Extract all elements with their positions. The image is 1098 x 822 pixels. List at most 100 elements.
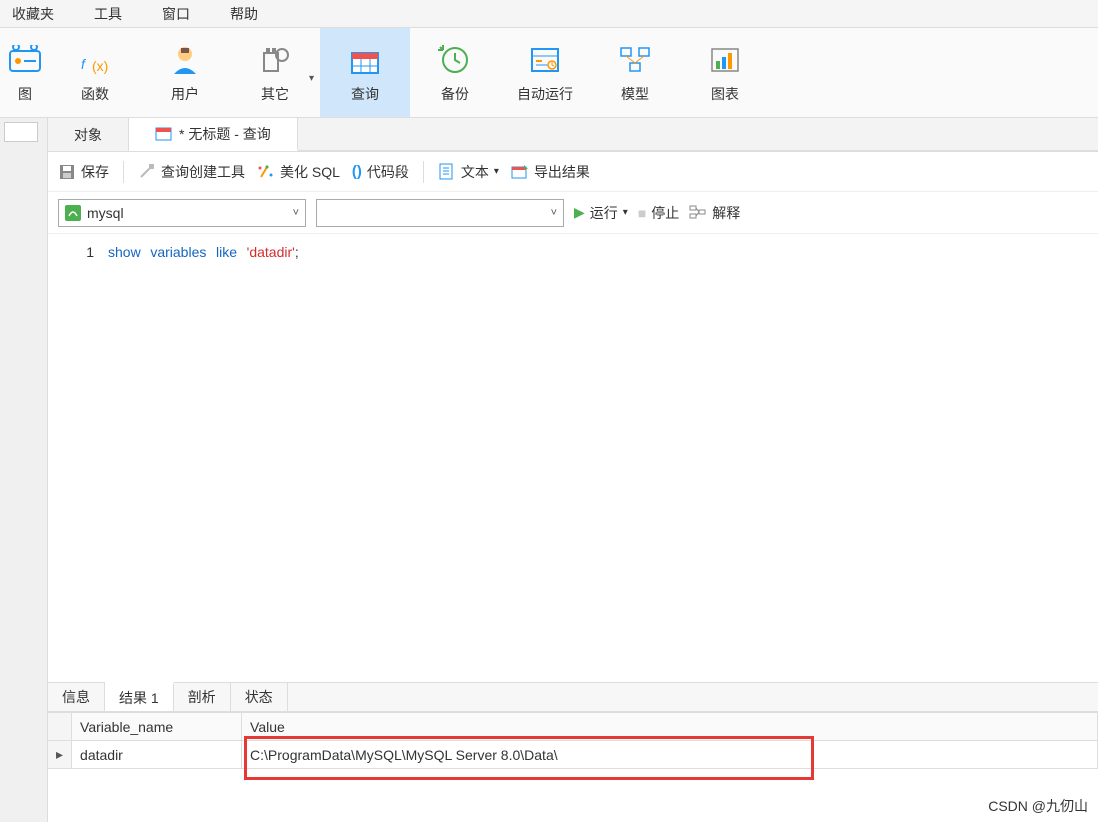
ribbon-user[interactable]: 用户 xyxy=(140,28,230,117)
row-marker: ▸ xyxy=(48,741,72,769)
save-button[interactable]: 保存 xyxy=(58,162,109,182)
tab-objects-label: 对象 xyxy=(74,125,102,145)
menu-help[interactable]: 帮助 xyxy=(224,0,264,28)
connection-dropdown[interactable]: mysql ˅ xyxy=(58,199,306,227)
stop-icon: ■ xyxy=(638,205,646,221)
snippet-button[interactable]: () 代码段 xyxy=(352,162,409,182)
run-label: 运行 xyxy=(590,203,618,223)
column-value[interactable]: Value xyxy=(242,713,1098,741)
database-dropdown[interactable]: ˅ xyxy=(316,199,564,227)
cell-value[interactable]: C:\ProgramData\MySQL\MySQL Server 8.0\Da… xyxy=(242,741,1098,769)
beautify-button[interactable]: 美化 SQL xyxy=(257,162,340,182)
column-variable-name[interactable]: Variable_name xyxy=(72,713,242,741)
tab-objects[interactable]: 对象 xyxy=(48,118,129,151)
query-icon xyxy=(347,42,383,78)
play-icon: ▶ xyxy=(574,204,585,221)
ribbon-view-label: 图 xyxy=(18,84,32,104)
chevron-down-icon: ˅ xyxy=(551,207,557,219)
ribbon-view[interactable]: 图 xyxy=(0,28,50,117)
result-grid-container: Variable_name Value ▸ datadir C:\Program… xyxy=(48,712,1098,822)
ribbon-backup[interactable]: 备份 xyxy=(410,28,500,117)
ribbon-backup-label: 备份 xyxy=(441,84,469,104)
ribbon-function[interactable]: f (x) 函数 xyxy=(50,28,140,117)
svg-text:(x): (x) xyxy=(92,58,108,74)
ribbon-other[interactable]: 其它 ▾ xyxy=(230,28,320,117)
export-icon xyxy=(511,163,529,181)
explain-label: 解释 xyxy=(712,203,740,223)
chart-icon xyxy=(707,42,743,78)
mysql-icon xyxy=(65,205,81,221)
editor-toolbar: 保存 查询创建工具 美化 SQL () 代码段 文本 ▾ xyxy=(48,152,1098,192)
svg-text:f: f xyxy=(81,56,87,72)
tab-query[interactable]: * 无标题 - 查询 xyxy=(129,118,298,151)
save-icon xyxy=(58,163,76,181)
text-button[interactable]: 文本 ▾ xyxy=(438,162,499,182)
text-label: 文本 xyxy=(461,162,489,182)
tab-query-label: * 无标题 - 查询 xyxy=(179,124,271,144)
beautify-label: 美化 SQL xyxy=(280,162,340,182)
view-icon xyxy=(7,42,43,78)
result-tab-result1[interactable]: 结果 1 xyxy=(105,682,174,711)
beautify-icon xyxy=(257,163,275,181)
ribbon-function-label: 函数 xyxy=(81,84,109,104)
stop-button: ■ 停止 xyxy=(638,203,679,223)
export-label: 导出结果 xyxy=(534,162,590,182)
snippet-icon: () xyxy=(352,163,362,180)
snippet-label: 代码段 xyxy=(367,162,409,182)
document-tabs: 对象 * 无标题 - 查询 xyxy=(48,118,1098,152)
result-grid[interactable]: Variable_name Value ▸ datadir C:\Program… xyxy=(48,712,1098,769)
watermark: CSDN @九仞山 xyxy=(988,796,1088,816)
connection-value: mysql xyxy=(87,205,124,221)
ribbon-chart[interactable]: 图表 xyxy=(680,28,770,117)
line-gutter: 1 xyxy=(48,234,108,682)
result-tab-info[interactable]: 信息 xyxy=(48,683,105,711)
model-icon xyxy=(617,42,653,78)
builder-icon xyxy=(138,163,156,181)
query-builder-button[interactable]: 查询创建工具 xyxy=(138,162,245,182)
menu-tools[interactable]: 工具 xyxy=(88,0,128,28)
menu-bar: 收藏夹 工具 窗口 帮助 xyxy=(0,0,1098,28)
result-tabs: 信息 结果 1 剖析 状态 xyxy=(48,682,1098,712)
ribbon-query[interactable]: 查询 xyxy=(320,28,410,117)
builder-label: 查询创建工具 xyxy=(161,162,245,182)
chevron-down-icon: ▾ xyxy=(309,73,314,84)
table-header-row: Variable_name Value xyxy=(48,713,1098,741)
ribbon-user-label: 用户 xyxy=(171,84,199,104)
chevron-down-icon: ˅ xyxy=(293,207,299,219)
chevron-down-icon: ▾ xyxy=(623,207,628,218)
explain-button[interactable]: 解释 xyxy=(689,203,740,223)
ribbon-other-label: 其它 xyxy=(261,84,289,104)
ribbon-toolbar: 图 f (x) 函数 用户 其它 ▾ 查询 备份 自动运行 xyxy=(0,28,1098,118)
cell-variable-name[interactable]: datadir xyxy=(72,741,242,769)
ribbon-chart-label: 图表 xyxy=(711,84,739,104)
ribbon-model[interactable]: 模型 xyxy=(590,28,680,117)
chevron-down-icon: ▾ xyxy=(494,166,499,177)
result-tab-profile[interactable]: 剖析 xyxy=(174,683,231,711)
table-row[interactable]: ▸ datadir C:\ProgramData\MySQL\MySQL Ser… xyxy=(48,741,1098,769)
left-panel-item[interactable] xyxy=(4,122,38,142)
run-bar: mysql ˅ ˅ ▶ 运行 ▾ ■ 停止 解释 xyxy=(48,192,1098,234)
stop-label: 停止 xyxy=(651,203,679,223)
ribbon-query-label: 查询 xyxy=(351,84,379,104)
export-button[interactable]: 导出结果 xyxy=(511,162,590,182)
ribbon-autorun[interactable]: 自动运行 xyxy=(500,28,590,117)
explain-icon xyxy=(689,204,707,222)
code-line[interactable]: show variables like 'datadir'; xyxy=(108,234,299,682)
menu-window[interactable]: 窗口 xyxy=(156,0,196,28)
run-button[interactable]: ▶ 运行 ▾ xyxy=(574,203,628,223)
backup-icon xyxy=(437,42,473,78)
other-icon xyxy=(257,42,293,78)
sql-editor[interactable]: 1 show variables like 'datadir'; xyxy=(48,234,1098,682)
ribbon-autorun-label: 自动运行 xyxy=(517,84,573,104)
save-label: 保存 xyxy=(81,162,109,182)
left-panel xyxy=(0,118,48,822)
user-icon xyxy=(167,42,203,78)
query-tab-icon xyxy=(155,125,173,143)
result-tab-status[interactable]: 状态 xyxy=(231,683,288,711)
menu-favorites[interactable]: 收藏夹 xyxy=(6,0,60,28)
ribbon-model-label: 模型 xyxy=(621,84,649,104)
autorun-icon xyxy=(527,42,563,78)
function-icon: f (x) xyxy=(77,42,113,78)
text-icon xyxy=(438,163,456,181)
row-header-blank xyxy=(48,713,72,741)
